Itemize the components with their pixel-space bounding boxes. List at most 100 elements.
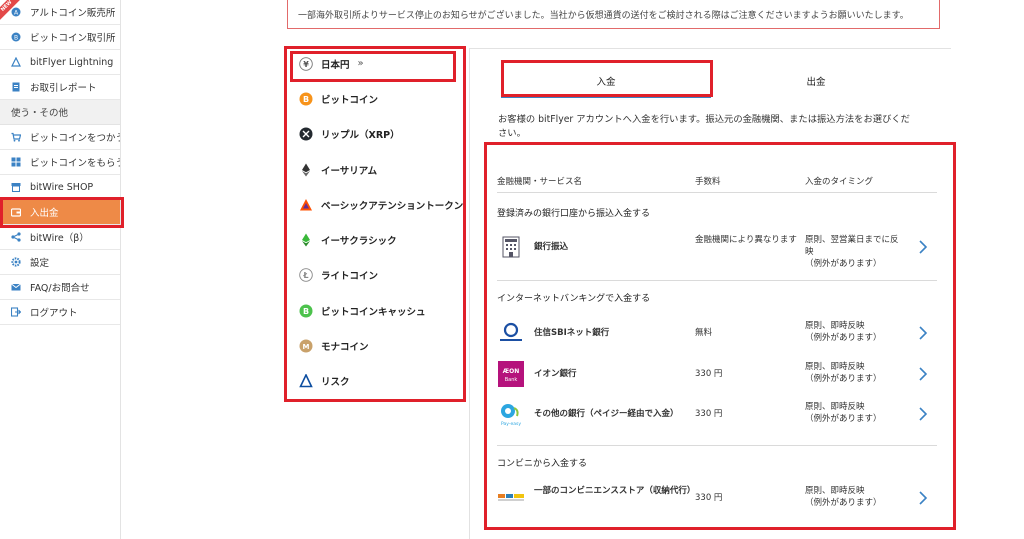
- gift-icon: [11, 157, 21, 167]
- row-name: 住信SBIネット銀行: [534, 328, 610, 338]
- svg-text:B: B: [14, 35, 18, 42]
- svg-text:B: B: [303, 95, 309, 104]
- aeon-bank-logo: ÆON Bank: [497, 360, 525, 388]
- sidebar-item-label: 設定: [30, 258, 50, 269]
- deposit-row-payeasy[interactable]: Pay-easy その他の銀行（ペイジー経由で入金） 330 円 原則、即時反映…: [497, 397, 937, 433]
- mail-icon: [11, 282, 21, 292]
- chevron-right-icon: [917, 239, 929, 255]
- currency-item-monacoin[interactable]: M モナコイン: [284, 328, 466, 363]
- gear-icon: [11, 257, 21, 267]
- tab-withdraw[interactable]: 出金: [711, 64, 921, 97]
- sidebar-item-label: アルトコイン販売所: [30, 8, 116, 19]
- deposit-row-aeon[interactable]: ÆON Bank イオン銀行 330 円 原則、即時反映 （例外があります）: [497, 357, 937, 393]
- currency-list: ¥ 日本円 » B ビットコイン リップル（XRP） イーサリアム ベーシックア…: [284, 46, 466, 399]
- sidebar-item-label: 入出金: [30, 208, 59, 219]
- currency-item-lisk[interactable]: リスク: [284, 364, 466, 399]
- ripple-icon: [299, 127, 313, 141]
- deposit-panel: 入金 出金 お客様の bitFlyer アカウントへ入金を行います。振込元の金融…: [469, 48, 951, 539]
- sidebar-item-receive-bitcoin[interactable]: ビットコインをもらう: [0, 150, 120, 175]
- currency-label: リスク: [321, 377, 350, 389]
- tab-deposit[interactable]: 入金: [501, 64, 711, 97]
- sidebar-item-label: FAQ/お問合せ: [30, 283, 90, 294]
- sbi-bank-logo: [497, 319, 525, 347]
- lisk-icon: [299, 374, 313, 388]
- ethereum-classic-icon: [299, 233, 313, 247]
- currency-label: ビットコイン: [321, 94, 379, 106]
- sidebar-item-altcoin-shop[interactable]: NEW A アルトコイン販売所: [0, 0, 120, 25]
- bat-icon: [299, 198, 313, 212]
- pay-easy-logo: Pay-easy: [497, 400, 525, 428]
- sidebar-item-deposit-withdraw[interactable]: 入出金: [0, 200, 120, 225]
- section-divider: [497, 445, 937, 446]
- svg-text:¥: ¥: [303, 60, 309, 69]
- currency-label: イーサリアム: [321, 165, 378, 177]
- sidebar-item-faq[interactable]: FAQ/お問合せ: [0, 275, 120, 300]
- report-icon: [11, 82, 21, 92]
- svg-text:M: M: [303, 343, 310, 351]
- chevron-right-icon: [917, 406, 929, 422]
- sidebar-item-label: ビットコイン取引所: [30, 33, 116, 44]
- currency-label: リップル（XRP）: [321, 130, 400, 142]
- sidebar-item-bitwire-shop[interactable]: bitWire SHOP: [0, 175, 120, 200]
- currency-item-bitcoin-cash[interactable]: B ビットコインキャッシュ: [284, 293, 466, 328]
- sidebar-item-lightning[interactable]: bitFlyer Lightning: [0, 50, 120, 75]
- currency-label: 日本円: [321, 59, 350, 71]
- currency-item-litecoin[interactable]: Ł ライトコイン: [284, 258, 466, 293]
- convenience-store-logo: [497, 484, 525, 512]
- sidebar-item-bitcoin-exchange[interactable]: B ビットコイン取引所: [0, 25, 120, 50]
- sidebar-item-label: bitWire SHOP: [30, 181, 94, 193]
- shop-icon: [11, 182, 21, 192]
- row-fee: 330 円: [695, 493, 723, 503]
- currency-label: モナコイン: [321, 342, 369, 354]
- monacoin-icon: M: [299, 339, 313, 353]
- deposit-row-sbi[interactable]: 住信SBIネット銀行 無料 原則、即時反映 （例外があります）: [497, 316, 937, 352]
- sidebar-item-label: ビットコインをつかう: [30, 133, 120, 144]
- deposit-row-convenience-store[interactable]: 一部のコンビニエンスストア（収納代行） 330 円 原則、即時反映 （例外があり…: [497, 481, 937, 517]
- currency-label: イーサクラシック: [321, 236, 397, 248]
- bitcoin-icon: B: [299, 92, 313, 106]
- aeon-logo-subtext: Bank: [505, 377, 518, 383]
- row-name: その他の銀行（ペイジー経由で入金）: [534, 409, 679, 419]
- sidebar-item-label: お取引レポート: [30, 83, 97, 94]
- svg-text:Ł: Ł: [302, 272, 308, 281]
- currency-item-ethereum[interactable]: イーサリアム: [284, 152, 466, 187]
- row-timing: 原則、即時反映 （例外があります）: [805, 321, 882, 343]
- logout-icon: [11, 307, 21, 317]
- pay-easy-logo-text: Pay-easy: [501, 421, 521, 427]
- share-icon: [11, 232, 21, 242]
- currency-item-jpy[interactable]: ¥ 日本円 »: [284, 46, 466, 81]
- chevron-right-icon: [917, 325, 929, 341]
- section-title-registered-bank: 登録済みの銀行口座から振込入金する: [497, 209, 651, 219]
- currency-item-bitcoin[interactable]: B ビットコイン: [284, 81, 466, 116]
- sidebar-item-report[interactable]: お取引レポート: [0, 75, 120, 100]
- header-timing: 入金のタイミング: [805, 177, 874, 187]
- service-notice: 一部海外取引所よりサービス停止のお知らせがございました。当社から仮想通貨の送付を…: [287, 0, 940, 29]
- ethereum-icon: [299, 163, 313, 177]
- sidebar-item-settings[interactable]: 設定: [0, 250, 120, 275]
- row-timing: 原則、即時反映 （例外があります）: [805, 486, 882, 508]
- sidebar-item-label: bitWire（β）: [30, 233, 89, 244]
- currency-item-ethereum-classic[interactable]: イーサクラシック: [284, 222, 466, 257]
- sidebar-item-use-bitcoin[interactable]: ビットコインをつかう: [0, 125, 120, 150]
- deposit-intro-text: お客様の bitFlyer アカウントへ入金を行います。振込元の金融機関、または…: [498, 114, 910, 139]
- row-timing: 原則、即時反映 （例外があります）: [805, 362, 882, 384]
- svg-text:B: B: [303, 307, 309, 316]
- sidebar-item-logout[interactable]: ログアウト: [0, 300, 120, 325]
- active-tab-indicator: [501, 96, 711, 98]
- sidebar-item-bitwire-beta[interactable]: bitWire（β）: [0, 225, 120, 250]
- chevron-right-icon: [917, 366, 929, 382]
- currency-label: ライトコイン: [321, 271, 379, 283]
- row-timing: 原則、翌営業日までに反映 （例外があります）: [805, 235, 899, 269]
- yen-icon: ¥: [299, 56, 313, 71]
- row-name: 一部のコンビニエンスストア（収納代行）: [534, 486, 696, 496]
- row-name: 銀行振込: [534, 242, 569, 252]
- chevron-right-icon: [917, 490, 929, 506]
- lightning-icon: [11, 57, 21, 67]
- currency-item-bat[interactable]: ベーシックアテンショントークン: [284, 187, 466, 222]
- deposit-row-bank-transfer[interactable]: 銀行振込 金融機関により異なります 原則、翌営業日までに反映 （例外があります）: [497, 230, 937, 269]
- row-timing: 原則、即時反映 （例外があります）: [805, 402, 882, 424]
- currency-item-ripple[interactable]: リップル（XRP）: [284, 117, 466, 152]
- table-header: 金融機関・サービス名 手数料 入金のタイミング: [497, 167, 937, 193]
- bitcoin-cash-icon: B: [299, 304, 313, 318]
- tab-label: 出金: [806, 76, 826, 88]
